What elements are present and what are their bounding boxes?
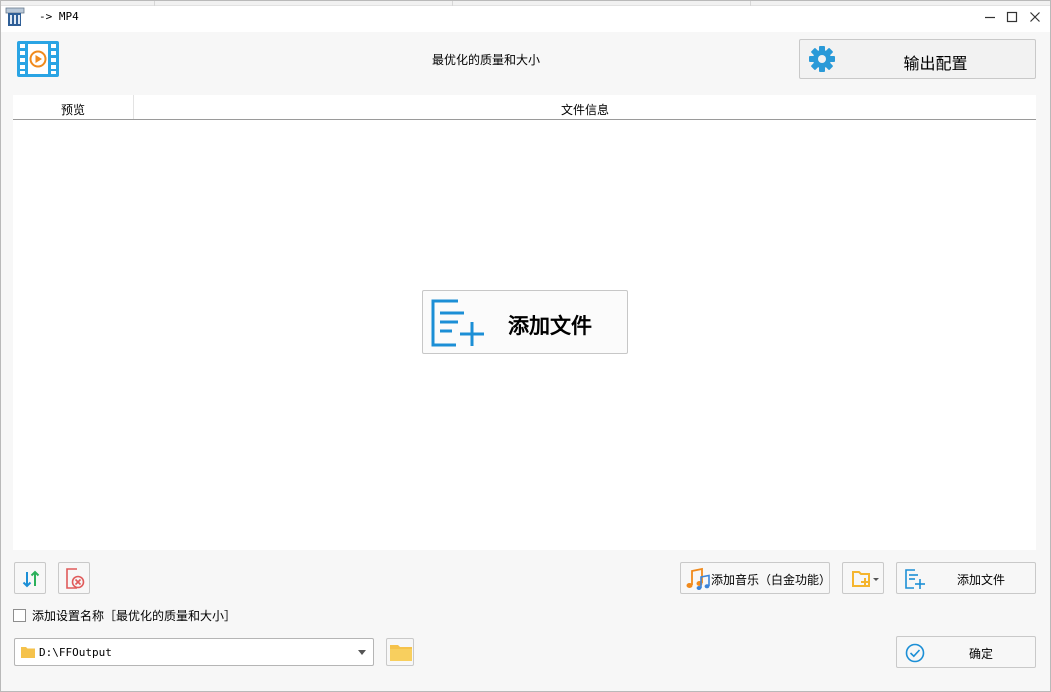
close-button[interactable] — [1025, 7, 1045, 27]
add-folder-icon — [852, 571, 879, 587]
output-config-button[interactable]: 输出配置 — [799, 39, 1036, 79]
add-file-big-button[interactable]: 添加文件 — [422, 290, 628, 354]
window-title: -> MP4 — [39, 10, 79, 23]
open-folder-icon — [390, 645, 412, 661]
sort-arrows-icon — [22, 570, 40, 588]
output-path-select[interactable]: D:\FFOutput — [14, 638, 374, 666]
app-icon — [5, 7, 25, 27]
top-strip — [1, 1, 1050, 6]
maximize-button[interactable] — [1002, 7, 1022, 27]
add-file-button[interactable]: 添加文件 — [896, 562, 1036, 594]
header: 最优化的质量和大小 输出配置 — [1, 32, 1050, 94]
gear-icon — [809, 46, 835, 72]
confirm-label: 确定 — [968, 647, 993, 661]
chevron-down-icon — [358, 650, 366, 655]
close-icon — [1030, 12, 1040, 22]
file-list-header: 预览 文件信息 — [13, 95, 1036, 120]
minimize-button[interactable] — [980, 7, 1000, 27]
add-preset-name-checkbox[interactable] — [13, 609, 26, 622]
video-film-icon — [16, 40, 60, 78]
browse-folder-button[interactable] — [386, 638, 414, 666]
check-circle-icon — [905, 643, 925, 663]
title-bar: -> MP4 — [1, 1, 1050, 32]
preset-label: 最优化的质量和大小 — [431, 53, 540, 67]
add-music-label: 添加音乐（白金功能） — [711, 573, 832, 587]
minimize-icon — [985, 16, 995, 19]
column-header-file-info[interactable]: 文件信息 — [134, 101, 1036, 118]
column-header-preview[interactable]: 预览 — [13, 101, 133, 118]
add-file-big-label: 添加文件 — [508, 313, 592, 338]
add-file-label: 添加文件 — [956, 573, 1005, 587]
add-folder-button[interactable] — [842, 562, 884, 594]
output-path-value: D:\FFOutput — [39, 646, 112, 659]
app-window: -> MP4 最优化的质量和大小 输出配置 预览 文件信息 添加文件 添加音乐（… — [0, 0, 1051, 692]
add-music-button[interactable]: 添加音乐（白金功能） — [680, 562, 832, 594]
remove-file-button[interactable] — [58, 562, 90, 594]
add-file-icon — [431, 299, 484, 347]
music-note-icon — [686, 567, 710, 590]
sort-button[interactable] — [14, 562, 46, 594]
folder-icon — [21, 647, 35, 658]
maximize-icon — [1006, 11, 1018, 23]
add-file-small-icon — [905, 569, 925, 589]
confirm-button[interactable]: 确定 — [896, 636, 1036, 668]
add-preset-name-label: 添加设置名称［最优化的质量和大小］ — [32, 609, 237, 623]
remove-file-icon — [66, 568, 85, 589]
output-config-label: 输出配置 — [903, 54, 968, 73]
